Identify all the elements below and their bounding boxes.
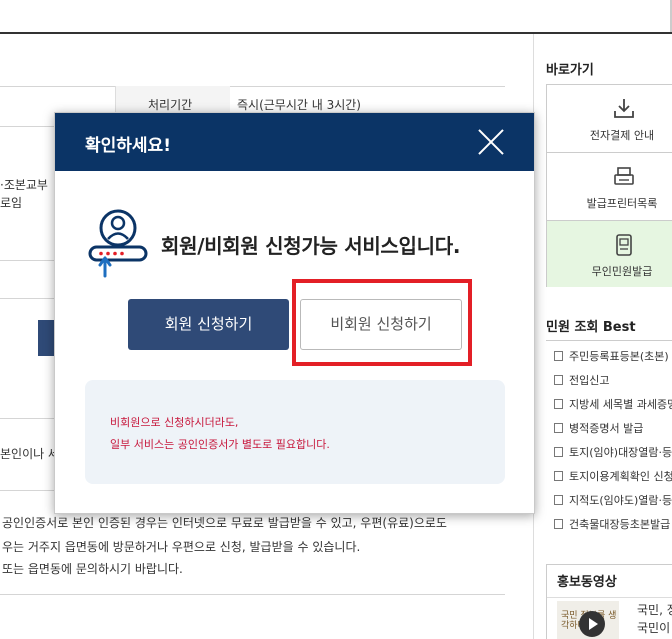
document-icon <box>554 351 563 361</box>
download-icon <box>614 99 634 118</box>
promo-video-box: 홍보동영상 국민 정부를 생각하다 국민, 정 국민이 <box>546 564 672 639</box>
page: 처리기간 즉시(근무시간 내 3시간) ·조본교부 로임 본인이나 세 공인인증… <box>0 0 672 639</box>
notice-box: 비회원으로 신청하시더라도, 일부 서비스는 공인인증서가 별도로 필요합니다. <box>85 380 505 484</box>
quick-item-printer-list[interactable]: 발급프린터목록 <box>547 153 672 221</box>
list-item[interactable]: 지적도(임야도)열람·등 <box>554 492 672 508</box>
document-icon <box>554 399 563 409</box>
notice-line: 일부 서비스는 공인인증서가 별도로 필요합니다. <box>110 438 330 451</box>
processing-time-value: 즉시(근무시간 내 3시간) <box>237 98 361 112</box>
quick-item-label: 발급프린터목록 <box>586 197 658 210</box>
printer-icon <box>614 167 634 185</box>
modal-message: 회원/비회원 신청가능 서비스입니다. <box>161 234 461 258</box>
member-service-icon <box>88 209 148 278</box>
info-paragraph-line: 공인인증서로 본인 인증된 경우는 인터넷으로 무료로 발급받을 수 있고, 우… <box>2 516 447 530</box>
divider <box>0 86 505 87</box>
notice-line: 비회원으로 신청하시더라도, <box>110 416 239 429</box>
modal-header: 확인하세요! <box>55 113 534 171</box>
promo-video-heading: 홍보동영상 <box>557 575 617 590</box>
info-paragraph-line: 또는 읍면동에 문의하시기 바랍니다. <box>2 562 183 576</box>
best-list: 주민등록표등본(초본) 전입신고 지방세 세목별 과세증명 병적증명서 발급 토… <box>546 340 672 540</box>
quick-links: 전자결제 안내 발급프린터목록 무인민원발급 <box>546 84 672 287</box>
document-icon <box>554 495 563 505</box>
list-item[interactable]: 주민등록표등본(초본) <box>554 348 669 364</box>
confirm-modal: 확인하세요! 회원/비회원 신청가능 서비스입니다. 회원 신청하기 비회원 신… <box>54 112 535 514</box>
left-fragment: 로임 <box>0 196 23 210</box>
list-item[interactable]: 지방세 세목별 과세증명 <box>554 396 672 412</box>
modal-title: 확인하세요! <box>85 136 171 156</box>
list-item[interactable]: 토지(임야)대장열람·등 <box>554 444 672 460</box>
header-divider <box>0 32 672 34</box>
document-icon <box>554 447 563 457</box>
quick-item-epayment[interactable]: 전자결제 안내 <box>547 85 672 153</box>
list-item[interactable]: 건축물대장등초본발급 <box>554 516 670 532</box>
play-icon[interactable] <box>579 611 605 637</box>
processing-time-label: 처리기간 <box>148 98 193 112</box>
info-paragraph-line: 우는 거주지 읍면동에 방문하거나 우편으로 신청, 발급받을 수 있습니다. <box>2 540 361 554</box>
video-subtitle: 국민이 <box>637 621 671 635</box>
video-thumbnail[interactable]: 국민 정부를 생각하다 <box>557 601 619 639</box>
quick-item-label: 전자결제 안내 <box>589 129 655 142</box>
kiosk-icon <box>616 234 632 256</box>
list-item[interactable]: 토지이용계획확인 신청 <box>554 468 672 484</box>
quick-links-heading: 바로가기 <box>546 63 594 78</box>
quick-item-kiosk[interactable]: 무인민원발급 <box>547 221 672 287</box>
divider <box>0 260 60 261</box>
left-fragment: ·조본교부 <box>0 178 48 192</box>
document-icon <box>554 375 563 385</box>
document-icon <box>554 519 563 529</box>
best-heading: 민원 조회 Best <box>546 320 636 335</box>
video-title[interactable]: 국민, 정 <box>637 601 672 618</box>
document-icon <box>554 423 563 433</box>
quick-item-label: 무인민원발급 <box>591 265 653 278</box>
highlight-box <box>292 279 472 366</box>
divider <box>547 597 672 598</box>
close-icon[interactable] <box>477 128 505 156</box>
left-fragment: 본인이나 세 <box>0 447 60 461</box>
list-item[interactable]: 병적증명서 발급 <box>554 420 643 436</box>
list-item[interactable]: 전입신고 <box>554 372 609 388</box>
divider <box>0 594 505 595</box>
document-icon <box>554 471 563 481</box>
member-apply-button[interactable]: 회원 신청하기 <box>128 299 289 350</box>
